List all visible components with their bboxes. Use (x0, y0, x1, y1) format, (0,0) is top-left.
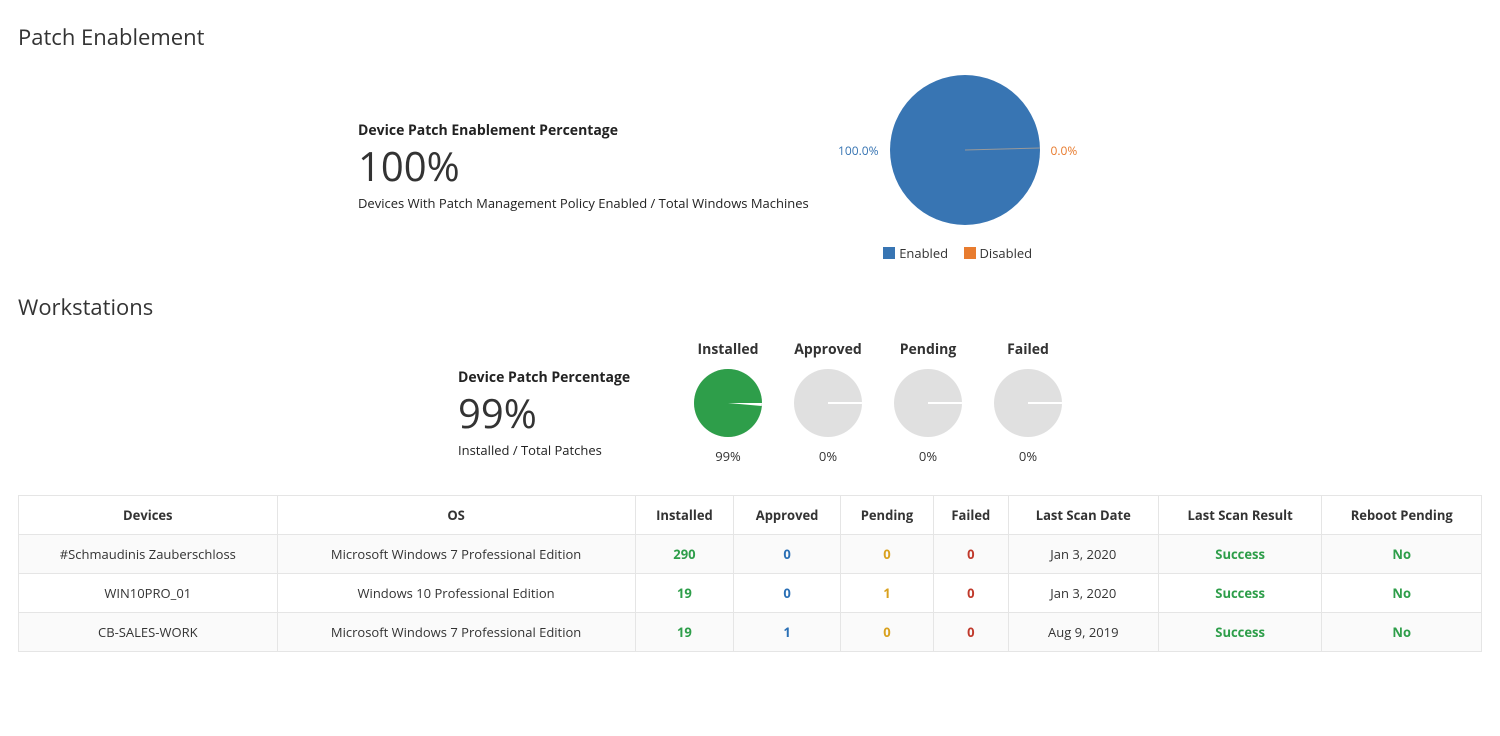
enablement-metric-sub: Devices With Patch Management Policy Ena… (358, 194, 818, 212)
th-devices[interactable]: Devices (19, 496, 278, 535)
th-os[interactable]: OS (277, 496, 635, 535)
legend-text-enabled: Enabled (899, 244, 948, 262)
enablement-pie-chart (885, 70, 1045, 230)
mini-approved-title: Approved (778, 340, 878, 359)
mini-installed-pct: 99% (678, 447, 778, 465)
cell-failed: 0 (933, 613, 1008, 652)
cell-os: Windows 10 Professional Edition (277, 574, 635, 613)
mini-pending-pct: 0% (878, 447, 978, 465)
table-header-row: Devices OS Installed Approved Pending Fa… (19, 496, 1482, 535)
workstations-row: Device Patch Percentage 99% Installed / … (18, 340, 1482, 465)
cell-installed: 19 (635, 613, 734, 652)
enablement-legend: Enabled Disabled (838, 244, 1077, 262)
mini-installed-title: Installed (678, 340, 778, 359)
devices-table: Devices OS Installed Approved Pending Fa… (18, 495, 1482, 652)
th-installed[interactable]: Installed (635, 496, 734, 535)
cell-last-scan-result: Success (1158, 535, 1322, 574)
mini-pending: Pending 0% (878, 340, 978, 465)
section-title-enablement: Patch Enablement (18, 22, 1482, 52)
enablement-pie-block: 100.0% 0.0% Enabled Disabled (838, 70, 1077, 262)
workstations-metric-block: Device Patch Percentage 99% Installed / … (458, 340, 658, 459)
mini-installed: Installed 99% (678, 340, 778, 465)
workstations-metric-sub: Installed / Total Patches (458, 441, 658, 459)
cell-last-scan-result: Success (1158, 613, 1322, 652)
mini-pending-pie (892, 367, 964, 439)
cell-approved: 1 (734, 613, 841, 652)
legend-text-disabled: Disabled (980, 244, 1033, 262)
legend-swatch-enabled (883, 247, 895, 259)
cell-installed: 19 (635, 574, 734, 613)
th-approved[interactable]: Approved (734, 496, 841, 535)
mini-pie-row: Installed 99% Approved 0% Pending 0% (678, 340, 1078, 465)
th-last-scan-res[interactable]: Last Scan Result (1158, 496, 1322, 535)
mini-failed-pie (992, 367, 1064, 439)
cell-approved: 0 (734, 535, 841, 574)
cell-os: Microsoft Windows 7 Professional Edition (277, 535, 635, 574)
enablement-row: Device Patch Enablement Percentage 100% … (18, 70, 1482, 262)
legend-swatch-disabled (964, 247, 976, 259)
cell-pending: 0 (840, 535, 933, 574)
cell-failed: 0 (933, 535, 1008, 574)
mini-approved: Approved 0% (778, 340, 878, 465)
table-row[interactable]: WIN10PRO_01Windows 10 Professional Editi… (19, 574, 1482, 613)
cell-device: #Schmaudinis Zauberschloss (19, 535, 278, 574)
cell-pending: 0 (840, 613, 933, 652)
enablement-metric-block: Device Patch Enablement Percentage 100% … (358, 121, 818, 212)
mini-pending-title: Pending (878, 340, 978, 359)
mini-failed-title: Failed (978, 340, 1078, 359)
mini-installed-pie (692, 367, 764, 439)
mini-approved-pct: 0% (778, 447, 878, 465)
cell-device: CB-SALES-WORK (19, 613, 278, 652)
mini-failed: Failed 0% (978, 340, 1078, 465)
section-title-workstations: Workstations (18, 292, 1482, 322)
workstations-metric-value: 99% (458, 391, 658, 435)
cell-reboot-pending: No (1322, 535, 1482, 574)
mini-approved-pie (792, 367, 864, 439)
cell-device: WIN10PRO_01 (19, 574, 278, 613)
th-failed[interactable]: Failed (933, 496, 1008, 535)
cell-os: Microsoft Windows 7 Professional Edition (277, 613, 635, 652)
pie-label-disabled: 0.0% (1051, 142, 1078, 159)
cell-last-scan-result: Success (1158, 574, 1322, 613)
enablement-metric-label: Device Patch Enablement Percentage (358, 121, 818, 140)
table-row[interactable]: #Schmaudinis ZauberschlossMicrosoft Wind… (19, 535, 1482, 574)
enablement-metric-value: 100% (358, 144, 818, 188)
cell-reboot-pending: No (1322, 613, 1482, 652)
cell-last-scan-date: Jan 3, 2020 (1008, 535, 1158, 574)
table-row[interactable]: CB-SALES-WORKMicrosoft Windows 7 Profess… (19, 613, 1482, 652)
pie-label-enabled: 100.0% (838, 142, 879, 159)
th-pending[interactable]: Pending (840, 496, 933, 535)
th-reboot-pending[interactable]: Reboot Pending (1322, 496, 1482, 535)
cell-installed: 290 (635, 535, 734, 574)
cell-failed: 0 (933, 574, 1008, 613)
cell-pending: 1 (840, 574, 933, 613)
cell-last-scan-date: Aug 9, 2019 (1008, 613, 1158, 652)
cell-reboot-pending: No (1322, 574, 1482, 613)
cell-approved: 0 (734, 574, 841, 613)
th-last-scan-date[interactable]: Last Scan Date (1008, 496, 1158, 535)
cell-last-scan-date: Jan 3, 2020 (1008, 574, 1158, 613)
mini-failed-pct: 0% (978, 447, 1078, 465)
